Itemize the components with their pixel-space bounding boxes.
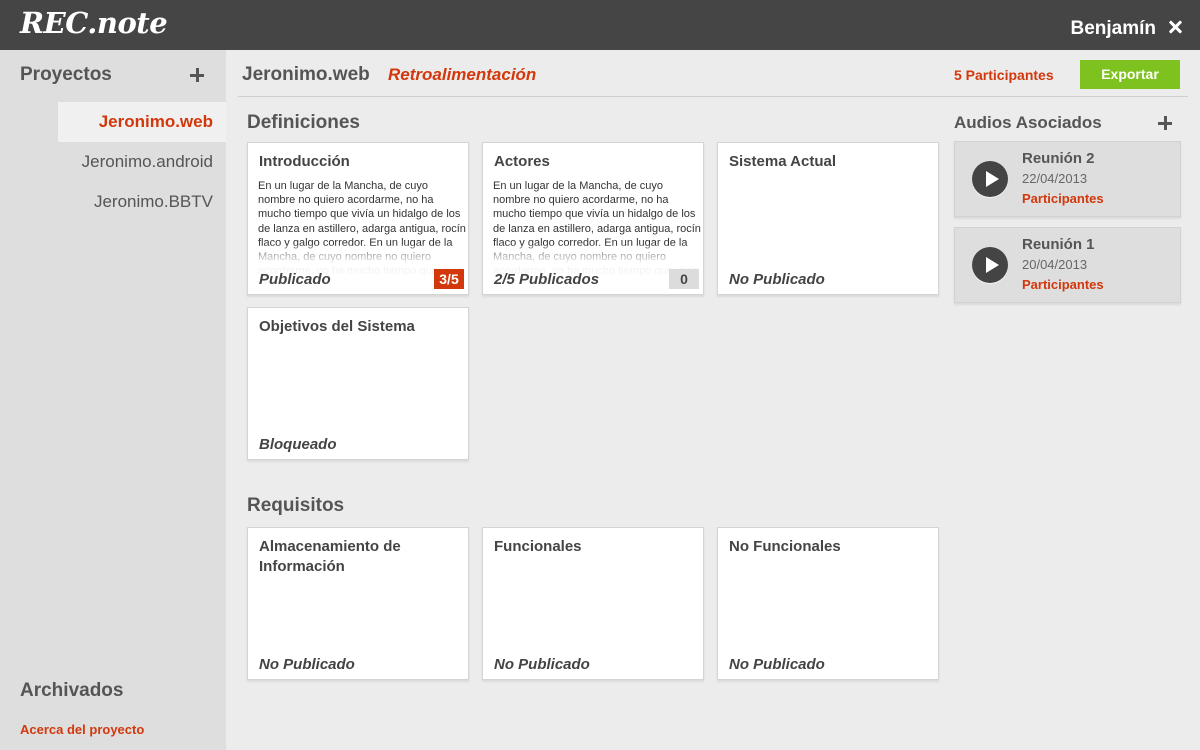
audios-title: Audios Asociados bbox=[954, 113, 1102, 132]
header-divider bbox=[238, 96, 1188, 97]
audio-date: 22/04/2013 bbox=[1022, 171, 1088, 186]
card-status: Bloqueado bbox=[259, 436, 337, 453]
audio-name: Reunión 1 bbox=[1022, 236, 1095, 253]
card-title: Almacenamiento de Información bbox=[259, 538, 401, 575]
sidebar-item-jeronimo-bbtv[interactable]: Jeronimo.BBTV bbox=[58, 182, 226, 222]
card-status: No Publicado bbox=[259, 656, 355, 673]
page-title: Jeronimo.web bbox=[242, 64, 370, 85]
archived-link[interactable]: Archivados bbox=[20, 680, 123, 702]
audio-name: Reunión 2 bbox=[1022, 150, 1095, 167]
card-status: Publicado bbox=[259, 271, 331, 288]
card-status: No Publicado bbox=[494, 656, 590, 673]
sidebar-item-jeronimo-web[interactable]: Jeronimo.web bbox=[58, 102, 226, 142]
card-objetivos-del-sistema[interactable]: Objetivos del Sistema Bloqueado bbox=[247, 307, 469, 460]
add-audio-plus-icon[interactable] bbox=[1158, 116, 1172, 130]
user-name[interactable]: Benjamín bbox=[1070, 18, 1156, 40]
card-actores[interactable]: Actores En un lugar de la Mancha, de cuy… bbox=[482, 142, 704, 295]
audio-date: 20/04/2013 bbox=[1022, 257, 1088, 272]
play-icon bbox=[986, 171, 999, 187]
card-status: No Publicado bbox=[729, 656, 825, 673]
card-introduccion[interactable]: Introducción En un lugar de la Mancha, d… bbox=[247, 142, 469, 295]
add-project-plus-icon[interactable] bbox=[190, 68, 204, 82]
top-bar: REC.note Benjamín bbox=[0, 0, 1200, 50]
card-funcionales[interactable]: Funcionales No Publicado bbox=[482, 527, 704, 680]
export-button[interactable]: Exportar bbox=[1080, 60, 1180, 89]
requirements-title: Requisitos bbox=[247, 495, 345, 516]
card-no-funcionales[interactable]: No Funcionales No Publicado bbox=[717, 527, 939, 680]
status-badge: 0 bbox=[669, 269, 699, 289]
audio-participants-link[interactable]: Participantes bbox=[1022, 277, 1104, 292]
card-status: No Publicado bbox=[729, 271, 825, 288]
sidebar: Proyectos Jeronimo.web Jeronimo.android … bbox=[0, 50, 226, 750]
card-title: Actores bbox=[494, 153, 550, 170]
close-icon[interactable] bbox=[1168, 20, 1182, 34]
card-title: Funcionales bbox=[494, 538, 582, 555]
app-logo: REC.note bbox=[20, 6, 168, 40]
audio-item-reunion-2[interactable]: Reunión 2 22/04/2013 Participantes bbox=[954, 141, 1181, 217]
mode-label: Retroalimentación bbox=[388, 65, 537, 84]
play-button[interactable] bbox=[972, 161, 1008, 197]
projects-title: Proyectos bbox=[20, 64, 112, 85]
play-button[interactable] bbox=[972, 247, 1008, 283]
status-badge: 3/5 bbox=[434, 269, 464, 289]
play-icon bbox=[986, 257, 999, 273]
participants-link[interactable]: 5 Participantes bbox=[954, 67, 1054, 83]
definitions-title: Definiciones bbox=[247, 112, 360, 133]
audio-participants-link[interactable]: Participantes bbox=[1022, 191, 1104, 206]
audio-item-reunion-1[interactable]: Reunión 1 20/04/2013 Participantes bbox=[954, 227, 1181, 303]
card-almacenamiento[interactable]: Almacenamiento de Información No Publica… bbox=[247, 527, 469, 680]
card-title: Introducción bbox=[259, 153, 350, 170]
about-project-link[interactable]: Acerca del proyecto bbox=[20, 722, 144, 737]
card-title: Sistema Actual bbox=[729, 153, 836, 170]
card-status: 2/5 Publicados bbox=[494, 271, 600, 288]
card-title: Objetivos del Sistema bbox=[259, 318, 415, 335]
card-title: No Funcionales bbox=[729, 538, 841, 555]
card-sistema-actual[interactable]: Sistema Actual No Publicado bbox=[717, 142, 939, 295]
sidebar-item-jeronimo-android[interactable]: Jeronimo.android bbox=[58, 142, 226, 182]
